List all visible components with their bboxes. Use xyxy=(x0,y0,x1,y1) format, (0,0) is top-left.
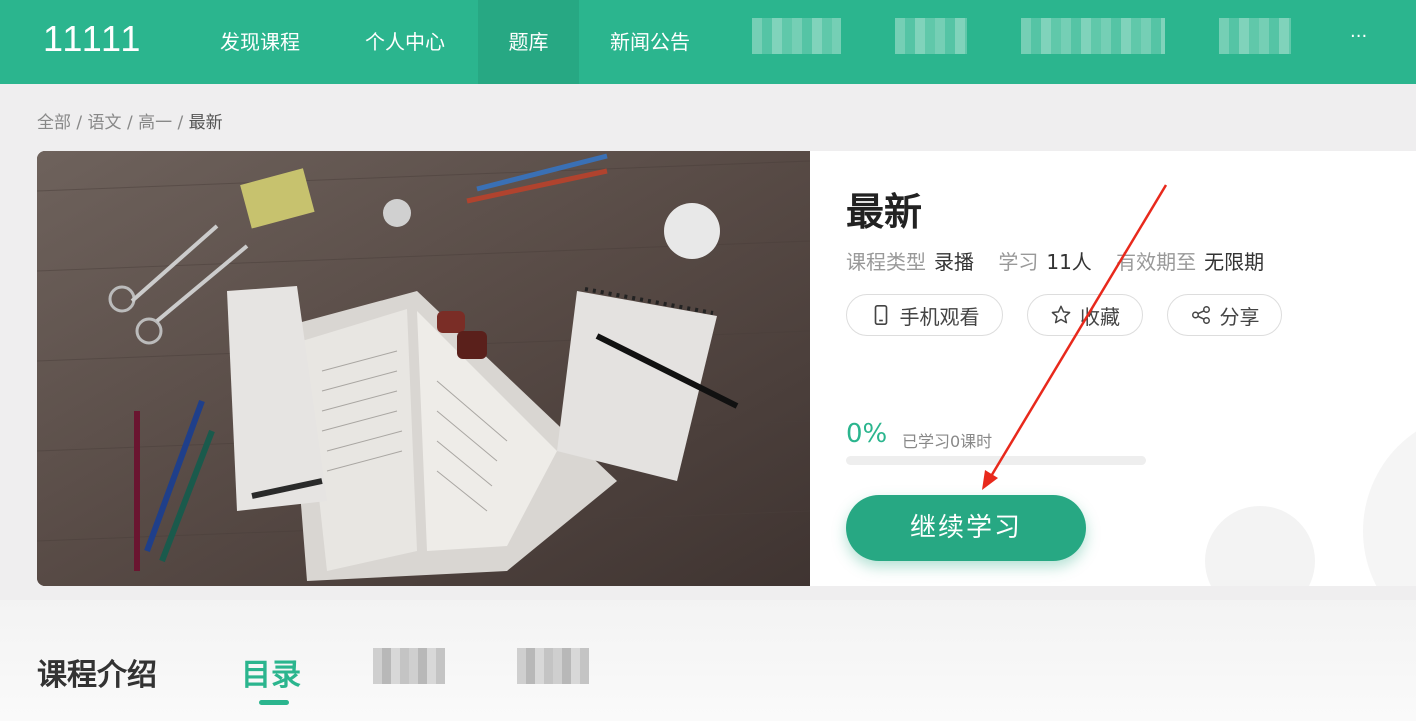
meta-learners-value: 11人 xyxy=(1046,250,1092,274)
learned-hours: 已学习0课时 xyxy=(902,432,993,451)
mobile-watch-label: 手机观看 xyxy=(899,304,980,329)
decorative-circle xyxy=(1205,506,1315,586)
continue-learning-button[interactable]: 继续学习 xyxy=(846,495,1086,561)
tabs-area xyxy=(0,600,1416,721)
progress-percent: 0% xyxy=(846,419,888,449)
breadcrumb-item[interactable]: 全部 xyxy=(37,113,71,133)
star-icon xyxy=(1051,305,1071,324)
nav-question-bank[interactable]: 题库 xyxy=(478,0,579,84)
site-logo[interactable]: 11111 xyxy=(43,18,142,60)
nav-item-redacted[interactable] xyxy=(1219,18,1291,54)
course-title: 最新 xyxy=(846,190,923,234)
breadcrumb-current: 最新 xyxy=(188,113,223,133)
nav-news[interactable]: 新闻公告 xyxy=(590,0,710,84)
progress-bar xyxy=(846,456,1146,465)
nav-item-redacted[interactable] xyxy=(752,18,841,54)
course-meta: 课程类型 录播 学习 11人 有效期至 无限期 xyxy=(846,246,1282,275)
nav-discover-courses[interactable]: 发现课程 xyxy=(200,0,320,84)
breadcrumb-item[interactable]: 高一 xyxy=(138,113,172,133)
course-card: 最新 课程类型 录播 学习 11人 有效期至 无限期 手机观看 收藏 分享 0% 已学… xyxy=(37,151,1416,586)
meta-validity-value: 无限期 xyxy=(1204,250,1265,274)
nav-more-icon[interactable]: ··· xyxy=(1350,26,1367,47)
share-icon xyxy=(1191,306,1210,324)
share-button[interactable]: 分享 xyxy=(1167,294,1282,336)
tab-active-indicator xyxy=(259,700,289,705)
breadcrumb-item[interactable]: 语文 xyxy=(88,113,122,133)
meta-validity-label: 有效期至 xyxy=(1116,250,1197,274)
tab-redacted[interactable] xyxy=(373,648,445,684)
nav-personal-center[interactable]: 个人中心 xyxy=(345,0,465,84)
nav-item-redacted[interactable] xyxy=(1021,18,1165,54)
mobile-watch-button[interactable]: 手机观看 xyxy=(846,294,1003,336)
top-nav: 11111 发现课程 个人中心 题库 新闻公告 ··· xyxy=(0,0,1416,84)
nav-item-redacted[interactable] xyxy=(895,18,967,54)
decorative-circle xyxy=(1363,411,1416,586)
meta-learners-label: 学习 xyxy=(998,250,1039,274)
tab-course-intro[interactable]: 课程介绍 xyxy=(37,650,157,694)
breadcrumb: 全部 / 语文 / 高一 / 最新 xyxy=(37,113,223,133)
favorite-button[interactable]: 收藏 xyxy=(1027,294,1143,336)
share-label: 分享 xyxy=(1219,304,1260,329)
phone-icon xyxy=(874,305,887,325)
meta-type-value: 录播 xyxy=(934,250,974,274)
cover-illustration xyxy=(37,151,810,586)
favorite-label: 收藏 xyxy=(1080,304,1120,329)
meta-type-label: 课程类型 xyxy=(846,250,926,274)
tab-redacted[interactable] xyxy=(517,648,589,684)
course-cover-image xyxy=(37,151,810,586)
tab-catalog[interactable]: 目录 xyxy=(241,650,301,694)
